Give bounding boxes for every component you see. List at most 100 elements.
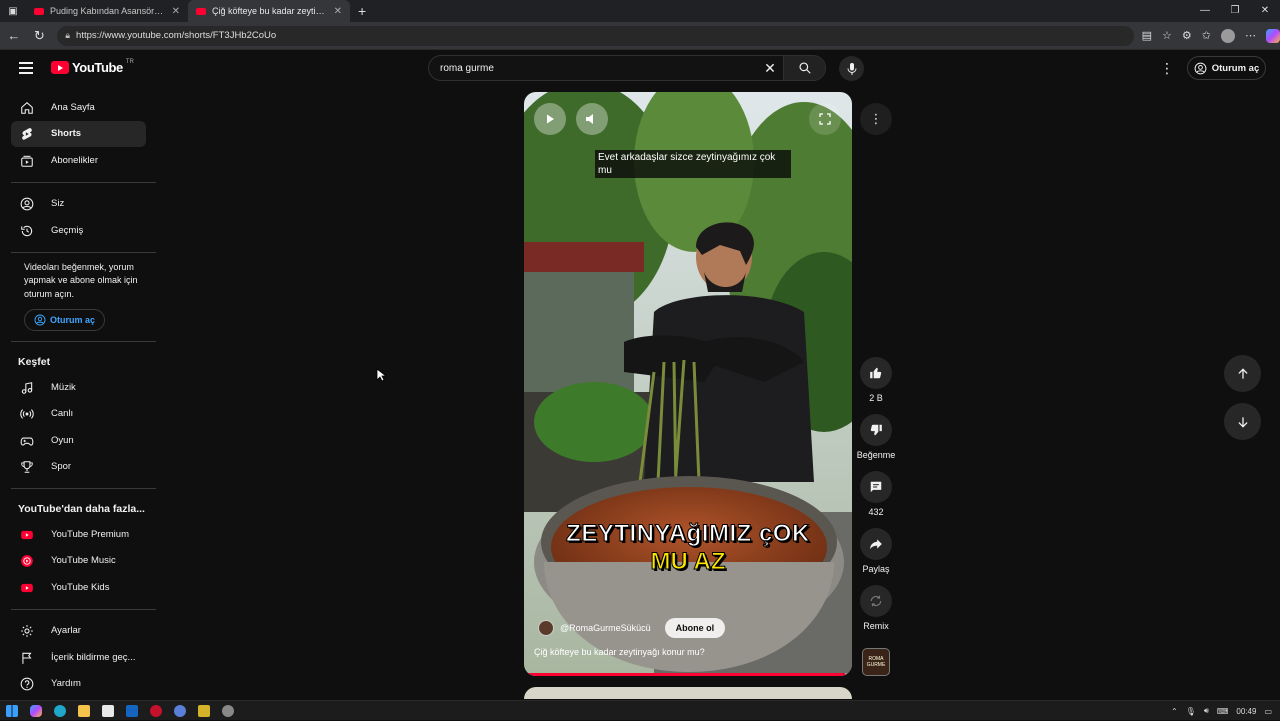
volume-button[interactable] [576,103,608,135]
shorts-video-player[interactable]: Evet arkadaşlar sizce zeytinyağımız çok … [524,92,852,676]
notifications-icon[interactable]: ▭ [1264,707,1272,716]
next-short-button[interactable] [1224,403,1261,440]
opera-icon[interactable] [150,704,162,717]
next-short-preview[interactable] [524,687,852,699]
minimize-icon[interactable]: — [1190,0,1220,22]
app-icon[interactable] [174,704,186,717]
play-button[interactable] [534,103,566,135]
arrow-up-icon [1237,367,1248,379]
comment-count: 432 [868,507,884,517]
remix-button[interactable] [860,585,892,617]
sidebar-item-label: Oyun [51,434,74,446]
subscribe-button[interactable]: Abone ol [664,618,726,638]
favorites-icon[interactable]: ✩ [1202,29,1211,42]
menu-icon[interactable] [19,62,33,77]
sidebar-item-label: Siz [51,198,65,210]
keyboard-icon[interactable]: ⌨ [1217,707,1229,716]
youtube-music-icon [19,554,34,569]
clock-time[interactable]: 00:49 [1236,707,1256,716]
like-button[interactable] [860,357,892,389]
favorite-star-icon[interactable]: ☆ [1162,29,1172,42]
tab-actions-icon[interactable]: ▣ [0,6,26,17]
channel-avatar[interactable] [538,620,554,636]
close-window-icon[interactable]: ✕ [1250,0,1280,22]
explore-section-title: Keşfet [18,356,51,368]
windows-start-icon[interactable] [6,704,18,717]
store-icon[interactable] [102,704,114,717]
fullscreen-button[interactable] [809,103,841,135]
video-title[interactable]: Çiğ köfteye bu kadar zeytinyağı konur mu… [534,647,705,657]
video-progress-bar[interactable] [524,673,852,676]
search-button[interactable] [783,56,825,80]
close-tab-icon[interactable]: ✕ [172,6,180,17]
sidebar-item-youtube-music[interactable]: YouTube Music [11,548,146,575]
reader-mode-icon[interactable]: ▤ [1142,29,1152,42]
extensions-icon[interactable]: ⚙ [1182,29,1192,42]
channel-name[interactable]: @RomaGurmeSükücü [560,623,651,633]
sidebar-item-settings[interactable]: Ayarlar [11,618,146,645]
sidebar-item-label: Canlı [51,408,74,420]
youtube-logo[interactable]: YouTube TR [51,59,134,75]
sidebar-sign-in-button[interactable]: Oturum aç [24,309,105,331]
edge-browser-icon[interactable] [54,704,66,717]
profile-avatar[interactable] [1220,28,1235,43]
url-field[interactable]: 🔒︎ https://www.youtube.com/shorts/FT3JHb… [57,25,1134,46]
sidebar-item-you[interactable]: Siz [11,191,146,218]
browser-menu-icon[interactable]: ⋯ [1245,29,1256,42]
sidebar-item-help[interactable]: Yardım [11,671,146,698]
browser-tab-1[interactable]: Puding Kabından Asansöre, Japon ✕ [26,0,188,22]
thumbs-up-icon [870,367,882,379]
sidebar-item-gaming[interactable]: Oyun [11,427,146,454]
share-button[interactable] [860,528,892,560]
file-explorer-icon[interactable] [78,704,90,717]
sidebar-item-home[interactable]: Ana Sayfa [11,94,146,121]
chevron-up-icon[interactable]: ⌃ [1171,707,1178,716]
microphone-tray-icon[interactable]: 🎙︎ [1186,707,1196,716]
sidebar-item-sports[interactable]: Spor [11,454,146,481]
copilot-taskbar-icon[interactable] [30,704,42,717]
sidebar-item-music[interactable]: Müzik [11,374,146,401]
trophy-icon [19,460,34,475]
account-icon [1194,62,1207,74]
comments-button[interactable] [860,471,892,503]
rail-channel-avatar[interactable]: ROMA GURME [862,648,890,676]
restore-icon[interactable]: ❐ [1220,0,1250,22]
sidebar-item-youtube-premium[interactable]: YouTube Premium [11,521,146,548]
dislike-action: Beğenme [856,414,896,461]
sidebar-item-youtube-kids[interactable]: YouTube Kids [11,574,146,601]
remix-action: Remix [858,585,894,632]
sidebar-item-shorts[interactable]: Shorts [11,120,146,147]
clear-search-icon[interactable]: ✕ [757,60,783,77]
share-arrow-icon [870,539,882,550]
lock-icon: 🔒︎ [65,30,71,40]
sidebar-item-subscriptions[interactable]: Abonelikler [11,147,146,174]
sidebar-item-live[interactable]: Canlı [11,401,146,428]
sidebar-item-report-history[interactable]: İçerik bildirme geç... [11,644,146,671]
copilot-icon[interactable] [1265,28,1280,43]
voice-search-button[interactable] [839,56,864,81]
divider [11,488,156,489]
mouse-cursor-icon [376,368,386,382]
app-gear-icon[interactable] [222,704,234,717]
outlook-icon[interactable] [126,704,138,717]
search-input[interactable] [429,62,757,74]
dislike-button[interactable] [860,414,892,446]
video-overlay-text-line2: MU AZ [650,548,726,576]
close-tab-icon[interactable]: ✕ [334,6,342,17]
settings-menu-icon[interactable]: ⋮ [1160,60,1174,77]
sidebar-item-label: Müzik [51,381,76,393]
refresh-icon[interactable]: ↻ [28,28,52,44]
short-more-options-icon[interactable]: ⋮ [860,103,892,135]
divider [11,181,156,183]
previous-short-button[interactable] [1224,355,1261,392]
new-tab-button[interactable]: + [358,3,366,19]
sidebar-item-history[interactable]: Geçmiş [11,217,146,244]
sign-in-button[interactable]: Oturum aç [1187,56,1266,80]
app-l-icon[interactable] [198,704,210,717]
browser-tab-2[interactable]: Çiğ köfteye bu kadar zeytinyağı k ✕ [188,0,350,22]
back-icon[interactable]: ← [2,28,26,43]
sidebar-item-label: YouTube Music [51,555,116,567]
thumbs-down-icon [870,424,882,436]
volume-tray-icon[interactable]: 🔊︎ [1204,706,1209,716]
dislike-label: Beğenme [856,450,896,460]
